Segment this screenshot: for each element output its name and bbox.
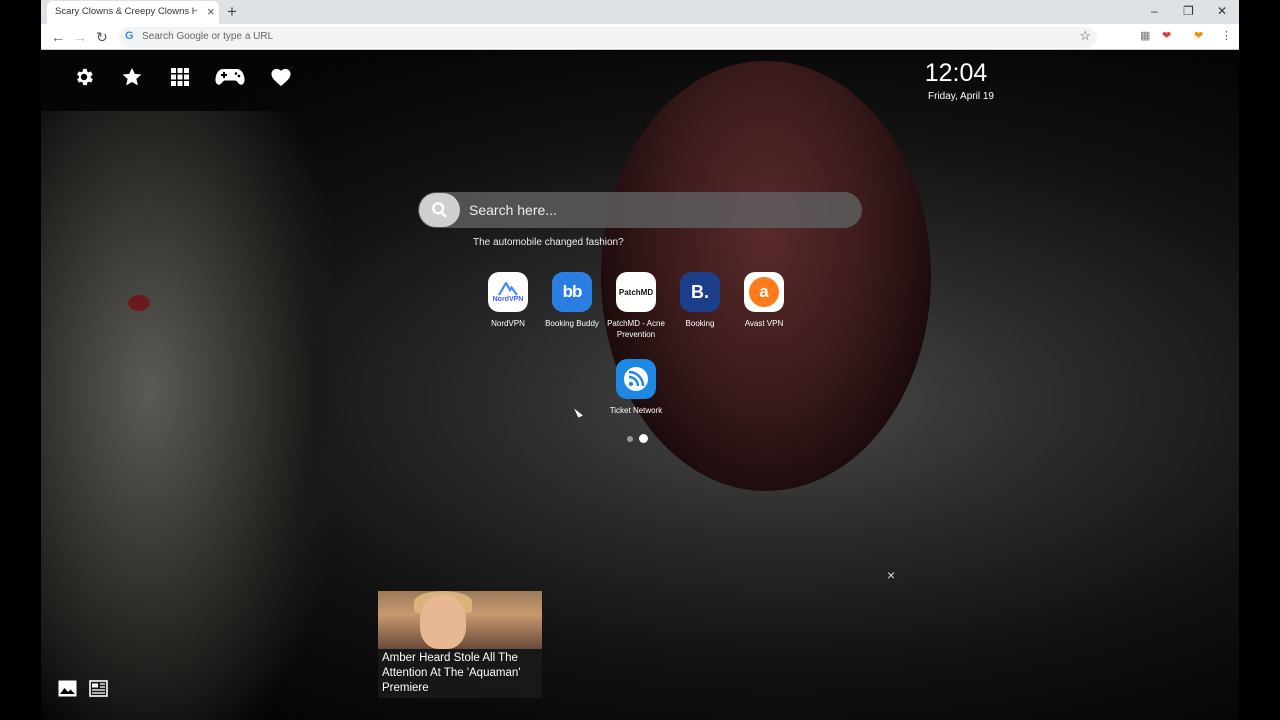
avast-icon: a: [744, 272, 784, 312]
pagination-dot-active[interactable]: [639, 434, 648, 443]
tile-booking[interactable]: B. Booking: [668, 272, 732, 329]
tile-label: PatchMD - Acne Prevention: [607, 319, 665, 339]
booking-buddy-icon: bb: [552, 272, 592, 312]
clock-time: 12:04: [924, 59, 988, 87]
browser-toolbar: ← → ↻ G Search Google or type a URL ☆ ▦ …: [41, 24, 1239, 50]
bookmark-star-icon[interactable]: ☆: [1079, 28, 1091, 44]
pagination-dot[interactable]: [627, 435, 633, 442]
background-wallpaper: [41, 111, 331, 720]
background-eye: [128, 295, 150, 311]
booking-icon: B.: [680, 272, 720, 312]
news-close-icon[interactable]: ×: [887, 567, 895, 583]
new-tab-button[interactable]: +: [227, 2, 237, 22]
apps-grid-icon[interactable]: [167, 65, 192, 89]
gear-icon[interactable]: [71, 65, 96, 89]
tile-patchmd[interactable]: PatchMD PatchMD - Acne Prevention: [604, 272, 668, 340]
reload-button[interactable]: ↻: [96, 28, 108, 46]
booking-buddy-icon-text: bb: [562, 282, 583, 301]
booking-icon-text: B.: [691, 281, 709, 302]
extension-icon[interactable]: ▦: [1140, 29, 1150, 43]
tile-pagination: [627, 434, 648, 443]
google-icon: G: [125, 30, 134, 42]
tab-close-icon[interactable]: ×: [207, 4, 215, 20]
extension-heart-icon[interactable]: ❤: [1162, 29, 1171, 43]
news-card[interactable]: Amber Heard Stole All The Attention At T…: [378, 591, 542, 698]
tile-booking-buddy[interactable]: bb Booking Buddy: [540, 272, 604, 329]
extension-heart-icon[interactable]: ❤: [1194, 29, 1203, 43]
search-input[interactable]: Search here...: [469, 202, 557, 218]
back-button[interactable]: ←: [51, 28, 65, 46]
nordvpn-icon: NordVPN: [488, 272, 528, 312]
tile-label: Booking: [685, 319, 715, 328]
minimize-button[interactable]: –: [1151, 3, 1158, 19]
tab-title: Scary Clowns & Creepy Clowns HD W: [55, 6, 197, 17]
tile-label: Booking Buddy: [545, 319, 599, 328]
nordvpn-icon-text: NordVPN: [492, 295, 524, 303]
heart-icon[interactable]: [268, 65, 293, 89]
browser-window: Scary Clowns & Creepy Clowns HD W × + – …: [41, 0, 1239, 720]
tile-avast-vpn[interactable]: a Avast VPN: [732, 272, 796, 329]
news-thumbnail-face: [420, 595, 466, 649]
avast-icon-text: a: [759, 282, 769, 301]
close-window-button[interactable]: ✕: [1217, 3, 1227, 19]
patchmd-icon-text: PatchMD: [618, 287, 654, 297]
search-icon: [431, 202, 447, 218]
image-icon[interactable]: [58, 679, 77, 698]
tile-label: NordVPN: [491, 319, 525, 328]
tile-label: Avast VPN: [744, 319, 784, 328]
bottom-toolbar: [58, 679, 108, 698]
menu-kebab-icon[interactable]: ⋮: [1221, 29, 1232, 43]
news-thumbnail: [378, 591, 542, 649]
star-icon[interactable]: [119, 65, 144, 89]
tile-ticket-network[interactable]: Ticket Network: [604, 359, 668, 416]
news-icon[interactable]: [89, 679, 108, 698]
address-bar-placeholder: Search Google or type a URL: [142, 31, 274, 42]
new-tab-page: 12:04 Friday, April 19 Search here... Th…: [41, 51, 1239, 720]
search-button[interactable]: [419, 193, 460, 227]
rss-icon: [616, 359, 656, 399]
browser-tab[interactable]: Scary Clowns & Creepy Clowns HD W ×: [47, 1, 219, 24]
tab-strip: Scary Clowns & Creepy Clowns HD W × + – …: [41, 0, 1239, 24]
tile-label: Ticket Network: [609, 406, 663, 415]
mouse-cursor: [574, 406, 583, 418]
patchmd-icon: PatchMD: [616, 272, 656, 312]
address-bar[interactable]: G Search Google or type a URL ☆: [119, 27, 1097, 48]
forward-button[interactable]: →: [73, 28, 87, 46]
restore-button[interactable]: ❐: [1183, 3, 1194, 19]
search-bar[interactable]: Search here...: [418, 192, 862, 228]
gamepad-icon[interactable]: [215, 65, 245, 89]
clock-date: Friday, April 19: [928, 91, 994, 102]
tile-nordvpn[interactable]: NordVPN NordVPN: [476, 272, 540, 329]
trending-suggestion[interactable]: The automobile changed fashion?: [473, 237, 624, 248]
top-toolbar: [71, 65, 293, 89]
news-headline: Amber Heard Stole All The Attention At T…: [382, 652, 521, 694]
